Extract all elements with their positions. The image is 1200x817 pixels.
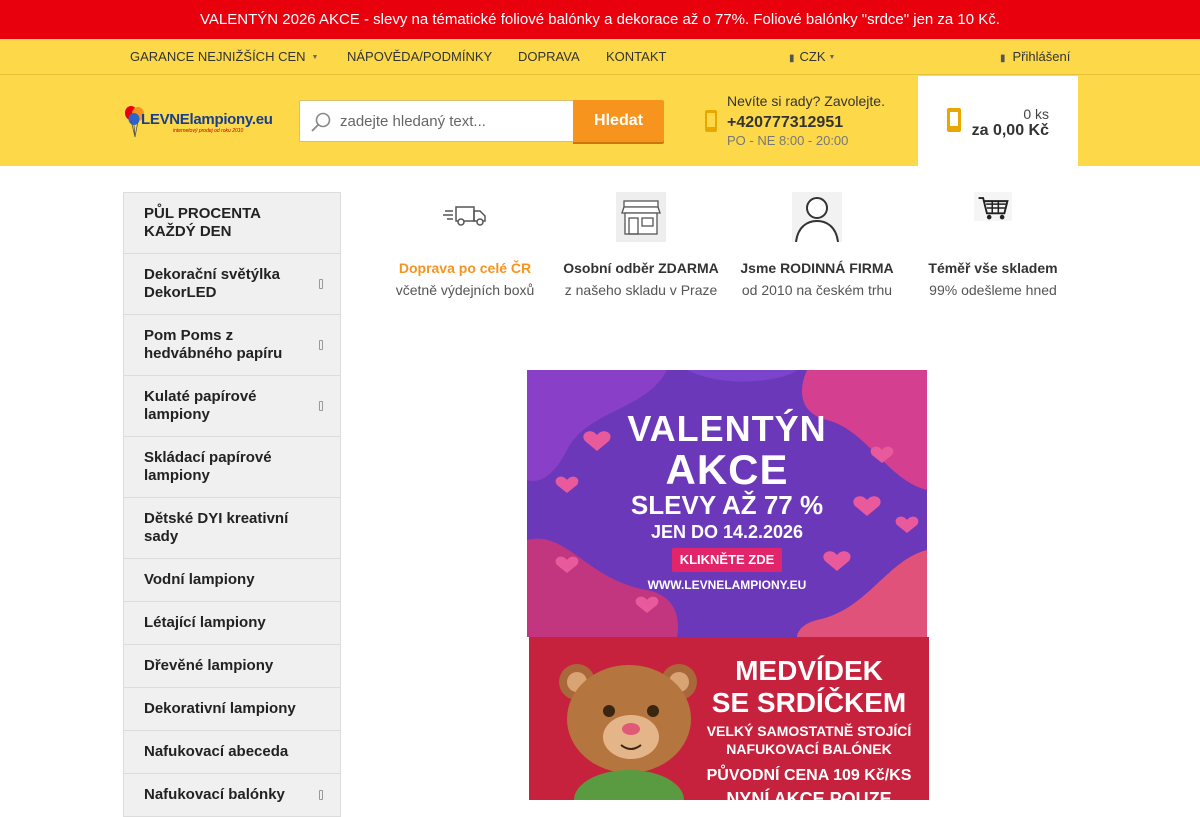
sidebar-category-item[interactable]: Dekorativní lampiony [124, 688, 340, 731]
banner-title: MEDVÍDEK [735, 655, 883, 686]
banner-url: WWW.LEVNELAMPIONY.EU [647, 578, 807, 592]
person-icon [792, 192, 842, 242]
feature-title[interactable]: Jsme RODINNÁ FIRMA [732, 260, 902, 276]
currency-label[interactable]: CZK [800, 49, 826, 64]
sidebar-category-label[interactable]: Nafukovací abeceda [144, 743, 288, 761]
login-label[interactable]: Přihlášení [1013, 49, 1071, 64]
cart-count: 0 ks [1023, 106, 1049, 122]
banner-deadline: JEN DO 14.2.2026 [650, 522, 804, 542]
search-box [299, 100, 574, 142]
currency-selector[interactable]: ▮ CZK ▼ [789, 39, 835, 76]
sidebar-category-item[interactable]: Vodní lampiony [124, 559, 340, 602]
teddy-bear-balloon-icon [559, 664, 697, 800]
sidebar-category-label[interactable]: Dřevěné lampiony [144, 657, 273, 675]
logo-wordmark: LEVNElampiony.eu [141, 111, 273, 128]
nav-guarantee-label[interactable]: GARANCE NEJNIŽŠÍCH CEN [130, 49, 306, 64]
banner-sale-price: NYNÍ AKCE POUZE [726, 789, 892, 800]
sidebar-category-label[interactable]: Pom Poms z hedvábného papíru [144, 327, 300, 363]
feature-subtitle: 99% odešleme hned [929, 282, 1057, 298]
feature-pickup[interactable]: Osobní odběr ZDARMA z našeho skladu v Pr… [556, 192, 726, 298]
feature-title[interactable]: Doprava po celé ČR [380, 260, 550, 276]
banner-cta-button[interactable]: KLIKNĚTE ZDE [672, 548, 782, 572]
truck-icon [443, 206, 486, 226]
sidebar-category-item[interactable]: Skládací papírové lampiony [124, 437, 340, 498]
sidebar-category-label[interactable]: Létající lampiony [144, 614, 266, 632]
feature-stock[interactable]: Téměř vše skladem 99% odešleme hned [908, 192, 1078, 298]
cart-total: za 0,00 Kč [971, 122, 1049, 139]
opening-hours: PO - NE 8:00 - 20:00 [727, 133, 849, 148]
sidebar-category-item[interactable]: Pom Poms z hedvábného papíru [124, 315, 340, 376]
banner-title-big: AKCE [665, 446, 789, 493]
banner-description: NAFUKOVACÍ BALÓNEK [726, 741, 892, 757]
sidebar-category-item[interactable]: Létající lampiony [124, 602, 340, 645]
site-logo[interactable]: LEVNElampiony.eu internetový prodej od r… [123, 105, 283, 139]
login-link[interactable]: ▮ Přihlášení [1000, 39, 1070, 76]
feature-subtitle: od 2010 na českém trhu [741, 282, 893, 298]
cart-icon [974, 192, 1012, 221]
search-input[interactable] [340, 101, 570, 141]
sidebar-category-item[interactable]: Dekorační světýlka DekorLED [124, 254, 340, 315]
chevron-down-icon: ▼ [311, 54, 319, 62]
sidebar-category-label[interactable]: Nafukovací balónky [144, 786, 285, 804]
phone-number[interactable]: +420777312951 [727, 114, 843, 132]
cart-widget[interactable]: 0 ks za 0,00 Kč [918, 76, 1078, 166]
search-button[interactable]: Hledat [573, 100, 664, 142]
money-icon: ▮ [789, 53, 795, 64]
expand-submenu-icon[interactable] [319, 340, 323, 350]
feature-family[interactable]: Jsme RODINNÁ FIRMA od 2010 na českém trh… [732, 192, 902, 298]
expand-submenu-icon[interactable] [319, 279, 323, 289]
sidebar-category-label[interactable]: Kulaté papírové lampiony [144, 388, 300, 424]
chevron-down-icon: ▼ [828, 54, 836, 62]
sidebar-category-label[interactable]: Vodní lampiony [144, 571, 255, 589]
banner-title: VALENTÝN [627, 408, 827, 449]
lock-icon: ▮ [1000, 53, 1006, 64]
nav-contact[interactable]: KONTAKT [606, 39, 666, 74]
promo-banner[interactable]: VALENTÝN 2026 AKCE - slevy na tématické … [0, 0, 1200, 39]
feature-title[interactable]: Téměř vše skladem [908, 260, 1078, 276]
sidebar-category-label[interactable]: PŮL PROCENTA KAŽDÝ DEN [144, 205, 300, 241]
nav-guarantee[interactable]: GARANCE NEJNIŽŠÍCH CEN ▼ [130, 39, 318, 75]
sidebar-category-label[interactable]: Dekorační světýlka DekorLED [144, 266, 300, 302]
sidebar-category-item[interactable]: Nafukovací abeceda [124, 731, 340, 774]
banner-original-price: PŮVODNÍ CENA 109 Kč/KS [706, 767, 912, 784]
feature-subtitle: z našeho skladu v Praze [564, 282, 718, 298]
logo-tagline: internetový prodej od roku 2010 [173, 128, 244, 134]
feature-title[interactable]: Osobní odběr ZDARMA [556, 260, 726, 276]
feature-subtitle: včetně výdejních boxů [395, 282, 535, 298]
search-icon [311, 112, 331, 132]
valentine-banner[interactable]: VALENTÝN AKCE SLEVY AŽ 77 % JEN DO 14.2.… [527, 370, 927, 637]
promo-text[interactable]: VALENTÝN 2026 AKCE - slevy na tématické … [200, 11, 1000, 28]
sidebar-category-label[interactable]: Skládací papírové lampiony [144, 449, 300, 485]
expand-submenu-icon[interactable] [319, 790, 323, 800]
sidebar-category-item[interactable]: PŮL PROCENTA KAŽDÝ DEN [124, 193, 340, 254]
sidebar-category-item[interactable]: Nafukovací balónky [124, 774, 340, 817]
sidebar-category-item[interactable]: Kulaté papírové lampiony [124, 376, 340, 437]
sidebar-category-label[interactable]: Dětské DYI kreativní sady [144, 510, 300, 546]
sidebar-category-item[interactable]: Dřevěné lampiony [124, 645, 340, 688]
cart-icon [947, 108, 961, 132]
store-icon [616, 192, 666, 242]
sidebar-category-label[interactable]: Dekorativní lampiony [144, 700, 296, 718]
teddy-bear-banner[interactable]: MEDVÍDEK SE SRDÍČKEM VELKÝ SAMOSTATNĚ ST… [529, 637, 929, 800]
nav-shipping[interactable]: DOPRAVA [518, 39, 580, 74]
expand-submenu-icon[interactable] [319, 401, 323, 411]
top-navigation: GARANCE NEJNIŽŠÍCH CEN ▼ NÁPOVĚDA/PODMÍNK… [0, 39, 1200, 75]
banner-title: SE SRDÍČKEM [711, 687, 907, 718]
banner-discount: SLEVY AŽ 77 % [630, 490, 824, 520]
advice-question: Nevíte si rady? Zavolejte. [727, 93, 885, 109]
nav-help[interactable]: NÁPOVĚDA/PODMÍNKY [347, 39, 492, 74]
feature-shipping[interactable]: Doprava po celé ČR včetně výdejních boxů [380, 192, 550, 298]
category-sidebar: PŮL PROCENTA KAŽDÝ DEN Dekorační světýlka… [123, 192, 341, 817]
banner-description: VELKÝ SAMOSTATNĚ STOJÍCÍ [706, 723, 912, 739]
phone-icon [705, 110, 717, 132]
sidebar-category-item[interactable]: Dětské DYI kreativní sady [124, 498, 340, 559]
